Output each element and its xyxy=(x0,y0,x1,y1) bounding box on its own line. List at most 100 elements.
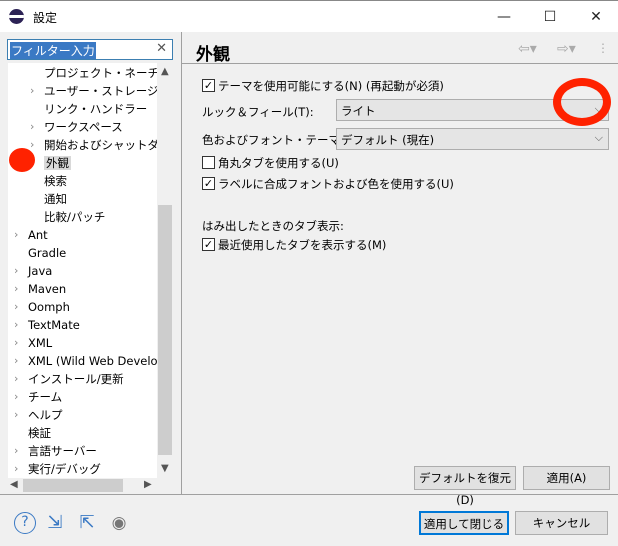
chevron-right-icon[interactable]: › xyxy=(30,118,34,136)
tree-item-label: Java xyxy=(28,264,53,278)
tree-item[interactable]: 外観 xyxy=(44,154,71,172)
tree-item-label: Maven xyxy=(28,282,67,296)
enable-theme-checkbox[interactable]: ✓ xyxy=(202,79,215,92)
tree-horizontal-scrollbar[interactable]: ◀ ▶ xyxy=(8,478,158,493)
forward-icon[interactable]: ⇨▾ xyxy=(557,41,576,57)
color-theme-select[interactable]: デフォルト (現在) ⌵ xyxy=(336,128,609,150)
round-tabs-checkbox[interactable] xyxy=(202,156,215,169)
chevron-right-icon[interactable]: › xyxy=(14,226,18,244)
red-annotation-circle xyxy=(553,78,611,126)
tree-item-label: Oomph xyxy=(28,300,70,314)
help-icon[interactable]: ? xyxy=(14,512,36,534)
chevron-right-icon[interactable]: › xyxy=(14,334,18,352)
tree-item-label: Ant xyxy=(28,228,48,242)
tree-item[interactable]: リンク・ハンドラー xyxy=(44,100,147,118)
sash[interactable] xyxy=(181,32,182,494)
tree-item-label: XML (Wild Web Developer) xyxy=(28,354,158,368)
close-icon[interactable]: ✕ xyxy=(156,41,167,56)
scroll-thumb[interactable] xyxy=(23,479,123,492)
look-feel-value: ライト xyxy=(341,104,376,118)
divider xyxy=(182,63,618,64)
restore-defaults-button[interactable]: デフォルトを復元(D) xyxy=(414,466,516,507)
record-icon[interactable]: ◉ xyxy=(108,512,130,534)
scroll-down-icon[interactable]: ▼ xyxy=(161,463,169,474)
recent-tabs-checkbox[interactable]: ✓ xyxy=(202,238,215,251)
chevron-right-icon[interactable]: › xyxy=(14,262,18,280)
chevron-right-icon[interactable]: › xyxy=(14,370,18,388)
chevron-right-icon[interactable]: › xyxy=(14,460,18,478)
tree-item-label: プロジェクト・ネーチャー xyxy=(44,66,158,80)
tree-item[interactable]: › Java xyxy=(14,262,53,280)
chevron-right-icon[interactable]: › xyxy=(14,280,18,298)
tree-item[interactable]: › ワークスペース xyxy=(30,118,123,136)
enable-theme-label: テーマを使用可能にする(N) (再起動が必須) xyxy=(218,79,444,93)
tree-item[interactable]: Gradle xyxy=(28,244,66,262)
chevron-right-icon[interactable]: › xyxy=(14,442,18,460)
page-title: 外観 xyxy=(196,45,230,65)
menu-icon[interactable]: ⋮ xyxy=(597,41,609,55)
tree-item[interactable]: 検証 xyxy=(28,424,51,442)
tree-item[interactable]: › XML (Wild Web Developer) xyxy=(14,352,158,370)
recent-tabs-label: 最近使用したタブを表示する(M) xyxy=(218,238,387,252)
tree-item-label: 外観 xyxy=(44,156,71,170)
export-icon[interactable]: ⇱ xyxy=(76,512,98,534)
tree-item[interactable]: 検索 xyxy=(44,172,67,190)
scroll-left-icon[interactable]: ◀ xyxy=(10,479,18,490)
minimize-button[interactable]: — xyxy=(484,5,524,29)
tree-item-label: ワークスペース xyxy=(44,120,123,134)
tree-item[interactable]: › Maven xyxy=(14,280,67,298)
tree-item-label: ヘルプ xyxy=(28,408,63,422)
tree-item-label: TextMate xyxy=(28,318,80,332)
tree-item-label: ユーザー・ストレージ・サービス xyxy=(44,84,158,98)
tree-item[interactable]: 通知 xyxy=(44,190,67,208)
tree-item[interactable]: › ヘルプ xyxy=(14,406,63,424)
apply-and-close-button[interactable]: 適用して閉じる xyxy=(419,511,509,535)
tree-item-label: 実行/デバッグ xyxy=(28,462,101,476)
tree-item[interactable]: › インストール/更新 xyxy=(14,370,124,388)
tree-item-label: 検索 xyxy=(44,174,67,188)
tree-item[interactable]: › Ant xyxy=(14,226,48,244)
tree-item[interactable]: プロジェクト・ネーチャー xyxy=(44,64,158,82)
back-icon[interactable]: ⇦▾ xyxy=(518,41,537,57)
filter-text: フィルター入力 xyxy=(10,42,96,59)
tree-item[interactable]: › Oomph xyxy=(14,298,70,316)
label-fonts-label: ラベルに合成フォントおよび色を使用する(U) xyxy=(218,177,454,191)
tree-item-label: インストール/更新 xyxy=(28,372,124,386)
tree-item-label: 開始およびシャットダウン xyxy=(44,138,158,152)
tree-item-label: XML xyxy=(28,336,53,350)
tree-item[interactable]: 比較/パッチ xyxy=(44,208,105,226)
apply-button[interactable]: 適用(A) xyxy=(523,466,610,490)
import-icon[interactable]: ⇲ xyxy=(44,512,66,534)
cancel-button[interactable]: キャンセル xyxy=(515,511,608,535)
tree-item[interactable]: › 実行/デバッグ xyxy=(14,460,101,478)
chevron-right-icon[interactable]: › xyxy=(14,388,18,406)
tree-item-label: 通知 xyxy=(44,192,67,206)
tree-vertical-scrollbar[interactable]: ▲ ▼ xyxy=(157,63,173,478)
tree-item[interactable]: › ユーザー・ストレージ・サービス xyxy=(30,82,158,100)
tree-item[interactable]: › XML xyxy=(14,334,53,352)
tree-item-label: 検証 xyxy=(28,426,51,440)
chevron-right-icon[interactable]: › xyxy=(14,316,18,334)
scroll-up-icon[interactable]: ▲ xyxy=(161,66,169,77)
scroll-thumb[interactable] xyxy=(158,205,172,455)
color-theme-value: デフォルト (現在) xyxy=(341,133,435,147)
tree-item[interactable]: ›開始およびシャットダウン xyxy=(30,136,158,154)
chevron-right-icon[interactable]: › xyxy=(14,298,18,316)
filter-input[interactable]: フィルター入力 ✕ xyxy=(7,39,173,60)
chevron-right-icon[interactable]: › xyxy=(30,82,34,100)
window-title: 設定 xyxy=(33,11,58,25)
tree-item[interactable]: › チーム xyxy=(14,388,63,406)
tree-item-label: チーム xyxy=(28,390,63,404)
tree-item[interactable]: › 言語サーバー xyxy=(14,442,97,460)
close-button[interactable]: ✕ xyxy=(576,5,616,29)
scroll-right-icon[interactable]: ▶ xyxy=(144,479,152,490)
maximize-button[interactable]: ☐ xyxy=(530,5,570,29)
chevron-right-icon[interactable]: › xyxy=(14,406,18,424)
chevron-right-icon[interactable]: › xyxy=(14,352,18,370)
eclipse-icon xyxy=(9,9,24,24)
look-feel-label: ルック＆フィール(T): xyxy=(202,105,314,119)
tree-item[interactable]: › TextMate xyxy=(14,316,80,334)
tree-item-label: リンク・ハンドラー xyxy=(44,102,148,116)
divider xyxy=(0,494,618,495)
label-fonts-checkbox[interactable]: ✓ xyxy=(202,177,215,190)
